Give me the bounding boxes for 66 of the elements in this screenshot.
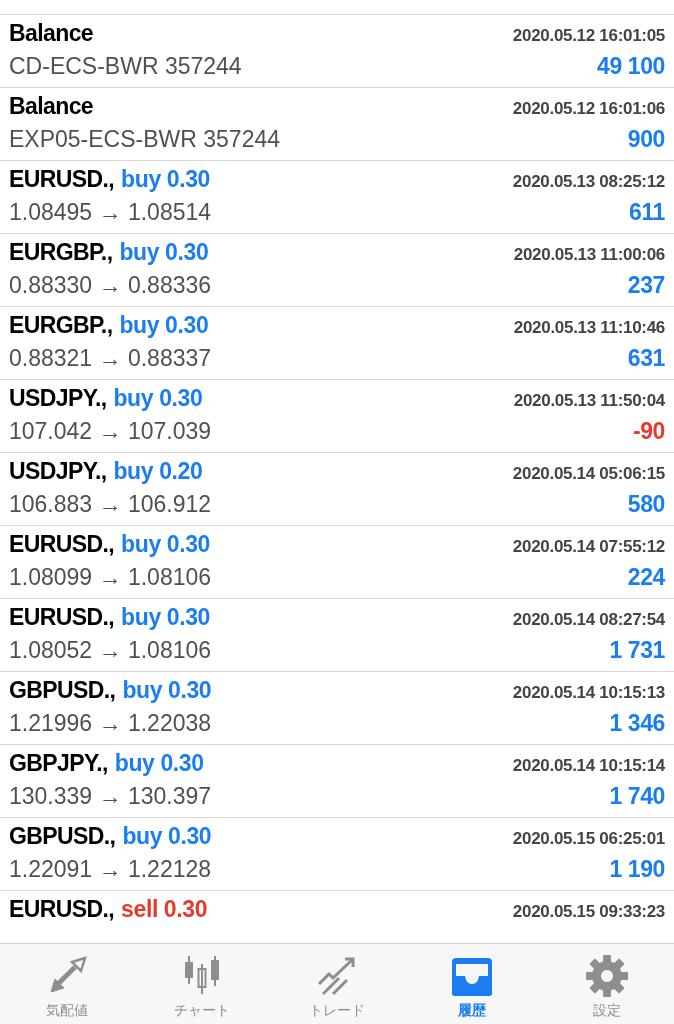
deal-row[interactable]: GBPUSD., buy 0.30 2020.05.15 06:25:01 1.22091 → 1.22128 1 190 [0,817,674,890]
profit-value: -90 [632,418,665,445]
profit-value: 224 [627,564,665,591]
profit-value: 1 190 [609,856,665,883]
tab[interactable]: 履歴 [404,944,540,1024]
deal-detail: 1.08099 → 1.08106 [9,564,212,591]
profit-value: 900 [627,126,665,153]
order-label: sell 0.30 [121,896,208,923]
order-label: buy 0.30 [122,823,212,850]
deal-title: EURUSD., [9,166,115,193]
order-label: buy 0.20 [113,458,203,485]
deal-detail: 107.042 → 107.039 [9,418,212,445]
deal-title: Balance [9,93,93,120]
deal-time: 2020.05.12 16:01:06 [512,99,665,119]
deal-detail: EXP05-ECS-BWR 357244 [9,126,280,153]
deal-time: 2020.05.14 10:15:14 [512,756,665,776]
profit-value: 580 [627,491,665,518]
deal-title: EURUSD., [9,531,115,558]
deal-time: 2020.05.13 11:10:46 [513,318,665,338]
profit-value: 237 [627,272,665,299]
deal-time: 2020.05.14 10:15:13 [512,683,665,703]
order-label: buy 0.30 [113,385,203,412]
order-label: buy 0.30 [121,604,210,631]
order-label: buy 0.30 [121,531,210,558]
order-label: buy 0.30 [114,750,204,777]
deal-row[interactable]: Balance 2020.05.12 16:01:05 CD-ECS-BWR 357244 49 100 [0,14,674,87]
settings-icon [584,954,629,998]
deal-detail: 130.339 → 130.397 [9,783,212,810]
deal-detail: 1.08052 → 1.08106 [9,637,212,664]
deal-time: 2020.05.13 11:50:04 [513,391,665,411]
deal-detail: 1.22091 → 1.22128 [9,856,212,883]
order-label: buy 0.30 [122,677,212,704]
profit-value: 49 100 [597,53,665,80]
deal-time: 2020.05.14 08:27:54 [512,610,665,630]
deal-detail: 0.88330 → 0.88336 [9,272,212,299]
deal-detail: 0.88321 → 0.88337 [9,345,212,372]
deal-title: GBPJPY., [9,750,108,777]
deal-title: EURUSD., [9,896,115,923]
deal-row[interactable]: USDJPY., buy 0.30 2020.05.13 11:50:04 107.042 → 107.039 -90 [0,379,674,452]
deal-detail: 106.883 → 106.912 [9,491,212,518]
deal-detail: 1.08495 → 1.08514 [9,199,212,226]
profit-value: 1 731 [609,637,665,664]
deal-time: 2020.05.14 05:06:15 [512,464,665,484]
deal-time: 2020.05.15 06:25:01 [512,829,665,849]
deal-title: Balance [9,20,93,47]
profit-value: 1 740 [609,783,665,810]
order-label: buy 0.30 [119,239,209,266]
profit-value: 631 [627,345,665,372]
deal-time: 2020.05.15 09:33:23 [512,902,665,922]
deal-title: USDJPY., [9,385,107,412]
deal-detail: CD-ECS-BWR 357244 [9,53,242,80]
profit-value: 611 [629,199,665,226]
deal-time: 2020.05.13 11:00:06 [513,245,665,265]
deal-time: 2020.05.12 16:01:05 [512,26,665,46]
order-label: buy 0.30 [119,312,209,339]
deal-title: EURGBP., [9,312,113,339]
deal-title: GBPUSD., [9,677,116,704]
order-label: buy 0.30 [121,166,210,193]
deal-time: 2020.05.13 08:25:12 [512,172,665,192]
deal-title: USDJPY., [9,458,107,485]
deal-title: EURGBP., [9,239,113,266]
deal-title: EURUSD., [9,604,115,631]
deal-detail: 1.21996 → 1.22038 [9,710,212,737]
deal-time: 2020.05.14 07:55:12 [512,537,665,557]
profit-value: 1 346 [609,710,665,737]
deal-title: GBPUSD., [9,823,116,850]
